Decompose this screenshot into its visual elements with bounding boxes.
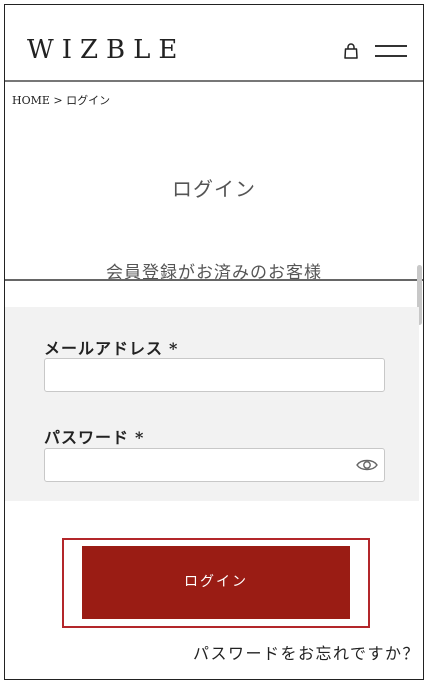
- breadcrumb: HOME > ログイン: [12, 94, 111, 107]
- page-frame: WIZBLE HOME > ログイン ログイン 会員登録がお済みのお客様 メール…: [4, 4, 424, 680]
- page-title: ログイン: [172, 177, 256, 201]
- eye-icon[interactable]: [356, 457, 378, 473]
- email-label: メールアドレス *: [44, 339, 179, 358]
- password-field[interactable]: [44, 448, 385, 482]
- forgot-password-link[interactable]: パスワードをお忘れですか？: [193, 640, 420, 664]
- login-button[interactable]: ログイン: [82, 546, 350, 619]
- bag-icon[interactable]: [344, 43, 358, 59]
- password-label: パスワード *: [44, 428, 145, 447]
- required-mark: *: [169, 339, 179, 358]
- login-form: メールアドレス * パスワード *: [5, 307, 419, 501]
- site-logo[interactable]: WIZBLE: [27, 35, 185, 65]
- menu-icon[interactable]: [375, 45, 407, 57]
- site-header: WIZBLE: [5, 5, 423, 82]
- email-field[interactable]: [44, 358, 385, 392]
- divider: [5, 279, 423, 281]
- required-mark: *: [135, 428, 145, 447]
